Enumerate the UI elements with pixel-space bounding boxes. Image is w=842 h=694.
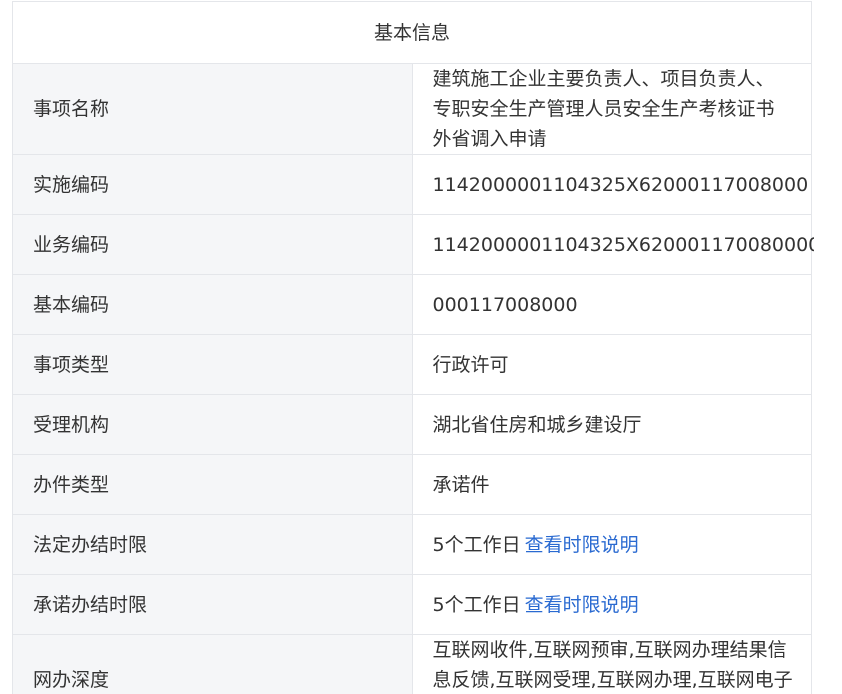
legal-time-limit-text: 5个工作日 [432,533,521,556]
table-title: 基本信息 [12,1,812,64]
row-value-item-type: 行政许可 [411,334,812,395]
table-row: 网办深度 互联网收件,互联网预审,互联网办理结果信息反馈,互联网受理,互联网办理… [12,634,812,694]
row-value-promised-time-limit: 5个工作日 查看时限说明 [411,574,812,635]
row-value-basic-code: 000117008000 [411,274,812,335]
row-value-online-depth: 互联网收件,互联网预审,互联网办理结果信息反馈,互联网受理,互联网办理,互联网电… [411,634,812,694]
row-label-basic-code: 基本编码 [12,274,413,335]
row-value-item-name: 建筑施工企业主要负责人、项目负责人、专职安全生产管理人员安全生产考核证书外省调入… [411,63,812,155]
row-value-case-type: 承诺件 [411,454,812,515]
table-row: 受理机构 湖北省住房和城乡建设厅 [12,394,812,455]
promised-time-limit-text: 5个工作日 [432,593,521,616]
row-value-accepting-agency: 湖北省住房和城乡建设厅 [411,394,812,455]
table-row: 办件类型 承诺件 [12,454,812,515]
row-label-accepting-agency: 受理机构 [12,394,413,455]
table-row: 基本编码 000117008000 [12,274,812,335]
row-label-promised-time-limit: 承诺办结时限 [12,574,413,635]
row-label-case-type: 办件类型 [12,454,413,515]
table-row: 事项类型 行政许可 [12,334,812,395]
table-row: 业务编码 1142000001104325X6200011700800007 [12,214,832,275]
row-value-business-code: 1142000001104325X6200011700800007 [411,214,832,275]
legal-time-limit-link[interactable]: 查看时限说明 [525,534,639,556]
promised-time-limit-link[interactable]: 查看时限说明 [525,594,639,616]
row-label-business-code: 业务编码 [12,214,413,275]
row-label-implementation-code: 实施编码 [12,154,413,215]
scrollbar-track[interactable] [814,0,842,694]
row-label-legal-time-limit: 法定办结时限 [12,514,413,575]
table-row: 承诺办结时限 5个工作日 查看时限说明 [12,574,812,635]
row-value-implementation-code: 1142000001104325X62000117008000 [411,154,812,215]
table-row: 实施编码 1142000001104325X62000117008000 [12,154,812,215]
row-label-online-depth: 网办深度 [12,634,413,694]
row-value-legal-time-limit: 5个工作日 查看时限说明 [411,514,812,575]
basic-info-table: 基本信息 事项名称 建筑施工企业主要负责人、项目负责人、专职安全生产管理人员安全… [12,1,832,694]
page: 基本信息 事项名称 建筑施工企业主要负责人、项目负责人、专职安全生产管理人员安全… [0,0,842,694]
table-row: 事项名称 建筑施工企业主要负责人、项目负责人、专职安全生产管理人员安全生产考核证… [12,63,812,155]
row-label-item-type: 事项类型 [12,334,413,395]
table-row: 法定办结时限 5个工作日 查看时限说明 [12,514,812,575]
row-label-item-name: 事项名称 [12,63,413,155]
